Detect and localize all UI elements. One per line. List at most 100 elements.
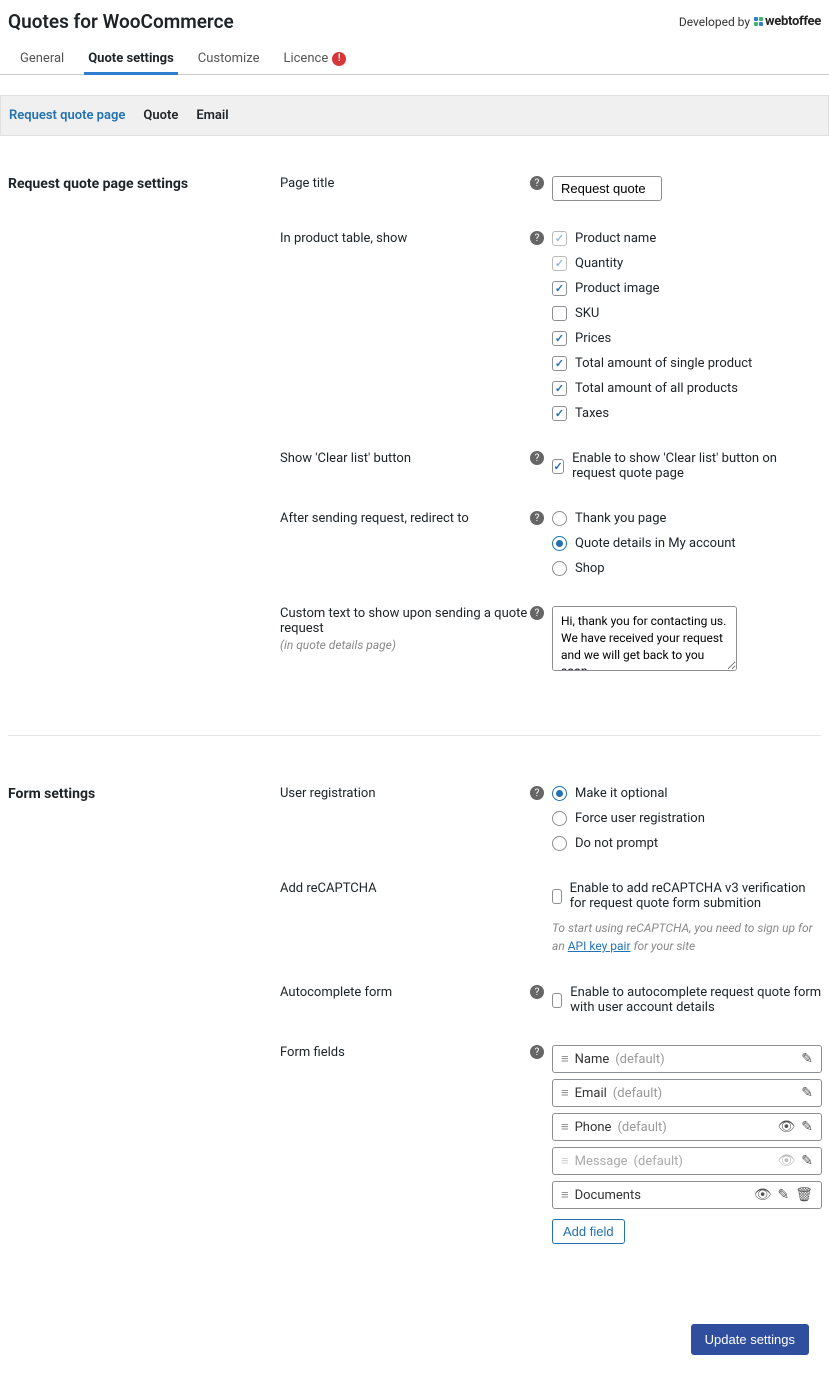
sub-tabs: Request quote page Quote Email (0, 95, 829, 136)
form-field-row[interactable]: ≡Email (default)✎ (552, 1079, 822, 1107)
drag-handle-icon[interactable]: ≡ (561, 1085, 569, 1101)
help-icon[interactable]: ? (530, 176, 544, 190)
edit-icon[interactable]: ✎ (801, 1119, 813, 1135)
user-registration-option[interactable]: Force user registration (552, 811, 822, 826)
clear-list-label: Show 'Clear list' button (280, 451, 530, 466)
autocomplete-label: Autocomplete form (280, 985, 530, 1000)
eye-off-icon[interactable]: 👁 (777, 1153, 795, 1169)
add-field-button[interactable]: Add field (552, 1219, 625, 1244)
option-label: Thank you page (575, 511, 666, 526)
subtab-quote[interactable]: Quote (143, 96, 178, 135)
option-label: Prices (575, 331, 611, 346)
option-label: Do not prompt (575, 836, 658, 851)
checkbox-icon (552, 406, 567, 421)
alert-icon: ! (332, 52, 346, 66)
user-registration-option[interactable]: Make it optional (552, 786, 822, 801)
edit-icon[interactable]: ✎ (801, 1085, 813, 1101)
form-field-row[interactable]: ≡ Documents 👁 ✎ 🗑 (552, 1181, 822, 1209)
developed-by-text: Developed by (679, 15, 750, 29)
option-label: Taxes (575, 406, 609, 421)
redirect-option[interactable]: Shop (552, 561, 821, 576)
field-name-text: Documents (575, 1188, 641, 1203)
checkbox-icon (552, 281, 567, 296)
option-label: Shop (575, 561, 605, 576)
redirect-option[interactable]: Thank you page (552, 511, 821, 526)
form-field-row[interactable]: ≡ Phone (default) 👁 ✎ (552, 1113, 822, 1141)
help-icon[interactable]: ? (530, 511, 544, 525)
field-suffix-text: (default) (617, 1120, 666, 1135)
update-settings-button[interactable]: Update settings (691, 1324, 809, 1355)
option-label: Force user registration (575, 811, 705, 826)
help-icon[interactable]: ? (530, 985, 544, 999)
clear-list-checkbox[interactable]: Enable to show 'Clear list' button on re… (552, 451, 821, 481)
recaptcha-checkbox[interactable]: Enable to add reCAPTCHA v3 verification … (552, 881, 822, 911)
custom-text-textarea[interactable] (552, 606, 737, 671)
tab-licence[interactable]: Licence! (271, 43, 358, 74)
eye-icon[interactable]: 👁 (777, 1119, 795, 1135)
form-fields-label: Form fields (280, 1045, 530, 1060)
form-field-row[interactable]: ≡Name (default)✎ (552, 1045, 822, 1073)
checkbox-icon (552, 306, 567, 321)
section-divider (8, 735, 821, 736)
drag-handle-icon[interactable]: ≡ (561, 1153, 569, 1169)
tab-general[interactable]: General (8, 43, 76, 74)
field-suffix-text: (default) (634, 1154, 683, 1169)
option-label: Quantity (575, 256, 623, 271)
help-icon[interactable]: ? (530, 231, 544, 245)
brand-text: webtoffee (765, 14, 821, 29)
radio-icon (552, 536, 567, 551)
webtoffee-logo: webtoffee (754, 14, 821, 29)
edit-icon[interactable]: ✎ (777, 1187, 789, 1203)
product-table-option: Product name (552, 231, 821, 246)
api-key-pair-link[interactable]: API key pair (568, 939, 631, 953)
field-name-text: Message (575, 1154, 628, 1169)
field-name-text: Phone (575, 1120, 612, 1135)
product-table-option: Quantity (552, 256, 821, 271)
page-title-input[interactable] (552, 176, 662, 201)
autocomplete-checkbox[interactable]: Enable to autocomplete request quote for… (552, 985, 822, 1015)
drag-handle-icon[interactable]: ≡ (561, 1187, 569, 1203)
drag-handle-icon[interactable]: ≡ (561, 1119, 569, 1135)
redirect-option[interactable]: Quote details in My account (552, 536, 821, 551)
developed-by: Developed by webtoffee (679, 14, 821, 29)
product-table-option[interactable]: Total amount of all products (552, 381, 821, 396)
subtab-request-quote-page[interactable]: Request quote page (9, 96, 125, 135)
option-label: Make it optional (575, 786, 668, 801)
product-table-option[interactable]: Prices (552, 331, 821, 346)
custom-text-label: Custom text to show upon sending a quote… (280, 606, 530, 636)
help-icon[interactable]: ? (530, 451, 544, 465)
product-table-option[interactable]: Product image (552, 281, 821, 296)
product-table-label: In product table, show (280, 231, 530, 246)
subtab-email[interactable]: Email (196, 96, 228, 135)
tab-quote-settings[interactable]: Quote settings (76, 43, 186, 74)
section-request-quote-title: Request quote page settings (8, 176, 280, 705)
trash-icon[interactable]: 🗑 (795, 1187, 813, 1203)
option-label: SKU (575, 306, 599, 321)
option-label: Quote details in My account (575, 536, 736, 551)
autocomplete-option-text: Enable to autocomplete request quote for… (570, 985, 822, 1015)
custom-text-sublabel: (in quote details page) (280, 638, 530, 652)
edit-icon[interactable]: ✎ (801, 1153, 813, 1169)
product-table-option[interactable]: SKU (552, 306, 821, 321)
form-field-row[interactable]: ≡ Message (default) 👁 ✎ (552, 1147, 822, 1175)
help-icon[interactable]: ? (530, 1045, 544, 1059)
clear-list-option-text: Enable to show 'Clear list' button on re… (572, 451, 821, 481)
product-table-option[interactable]: Taxes (552, 406, 821, 421)
edit-icon[interactable]: ✎ (801, 1051, 813, 1067)
option-label: Total amount of single product (575, 356, 752, 371)
drag-handle-icon[interactable]: ≡ (561, 1051, 569, 1067)
field-suffix-text: (default) (615, 1052, 664, 1067)
option-label: Total amount of all products (575, 381, 738, 396)
tab-customize[interactable]: Customize (186, 43, 272, 74)
option-label: Product name (575, 231, 656, 246)
eye-icon[interactable]: 👁 (754, 1187, 772, 1203)
checkbox-icon (552, 331, 567, 346)
help-icon[interactable]: ? (530, 786, 544, 800)
help-icon[interactable]: ? (530, 606, 544, 620)
main-tabs: GeneralQuote settingsCustomizeLicence! (0, 43, 829, 75)
user-registration-option[interactable]: Do not prompt (552, 836, 822, 851)
radio-icon (552, 511, 567, 526)
page-title: Quotes for WooCommerce (8, 10, 234, 33)
page-title-label: Page title (280, 176, 530, 191)
product-table-option[interactable]: Total amount of single product (552, 356, 821, 371)
